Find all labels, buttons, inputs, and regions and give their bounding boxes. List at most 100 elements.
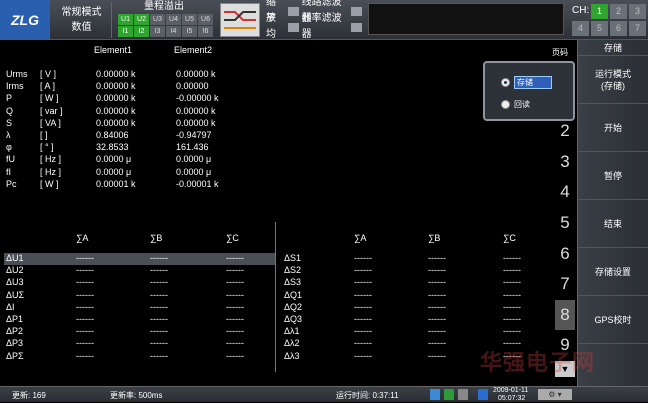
delta-value: ------ [503, 289, 521, 300]
element1-value: 0.00000 k [96, 105, 136, 116]
delta-right-header-b: ∑B [428, 233, 441, 243]
delta-left-row[interactable]: ΔP1 ------ ------ ------ [4, 314, 275, 326]
delta-value: ------ [150, 265, 168, 276]
delta-value: ------ [428, 326, 446, 337]
delta-value: ------ [226, 350, 244, 361]
delta-value: ------ [226, 265, 244, 276]
element-unit: [ W ] [40, 93, 59, 104]
ch-button-4[interactable]: 4 [572, 21, 589, 36]
element-row: S [ VA ] 0.00000 k 0.00000 k [4, 117, 544, 129]
delta-value: ------ [226, 253, 244, 263]
element-unit: [ VA ] [40, 117, 61, 128]
settings-gear-icon[interactable]: ⚙ ▾ [538, 389, 572, 400]
delta-right-row[interactable]: ΔS1 ------ ------ ------ [282, 253, 553, 265]
delta-left-row[interactable]: ΔPΣ ------ ------ ------ [4, 351, 275, 363]
delta-name: ΔU3 [6, 277, 24, 288]
range-chip-i1: I1 [118, 26, 133, 37]
delta-name: ΔS2 [284, 265, 302, 276]
delta-name: ΔQ1 [284, 289, 303, 300]
ch-button-2[interactable]: 2 [610, 4, 627, 19]
pause-button[interactable]: 暂停 [578, 152, 648, 200]
page-8[interactable]: 8 [555, 299, 575, 331]
page-3[interactable]: 3 [555, 147, 575, 178]
delta-right-row[interactable]: ΔQ3 ------ ------ ------ [282, 314, 553, 326]
gps-sync-button[interactable]: GPS校时 [578, 296, 648, 344]
delta-name: ΔP2 [6, 326, 24, 337]
run-mode-button[interactable]: 运行模式 (存储) [578, 56, 648, 104]
delta-value: ------ [150, 326, 168, 337]
popup-option-readback[interactable]: 回读 [501, 97, 530, 111]
start-button[interactable]: 开始 [578, 104, 648, 152]
delta-name: ΔPΣ [6, 350, 24, 361]
update-rate: 更新率: 500ms [110, 391, 163, 400]
ch-label: CH: [572, 5, 590, 16]
delta-right-header-a: ∑A [354, 233, 367, 243]
delta-right-row[interactable]: ΔQ1 ------ ------ ------ [282, 290, 553, 302]
element-name: Irms [6, 81, 24, 92]
ch-button-6[interactable]: 6 [610, 21, 627, 36]
delta-right-row[interactable]: ΔS2 ------ ------ ------ [282, 265, 553, 277]
delta-value: ------ [503, 301, 521, 312]
range-chip-i5: I5 [182, 26, 197, 37]
delta-value: ------ [428, 277, 446, 288]
ch-button-1[interactable]: 1 [591, 4, 608, 19]
delta-value: ------ [428, 350, 446, 361]
page-6[interactable]: 6 [555, 238, 575, 269]
delta-value: ------ [226, 277, 244, 288]
delta-left-row[interactable]: ΔI ------ ------ ------ [4, 302, 275, 314]
avg-indicator [287, 22, 299, 32]
ch-button-3[interactable]: 3 [629, 4, 646, 19]
range-chip-i4: I4 [166, 26, 181, 37]
channel-selector: CH: 1 2 3 4 5 6 7 [570, 2, 648, 38]
watermark: 华强电子网 [480, 350, 596, 375]
end-button[interactable]: 结束 [578, 200, 648, 248]
range-chip-i2: I2 [134, 26, 149, 37]
mode-indicator[interactable]: 常规模式 数值 [52, 2, 112, 38]
radio-icon [501, 99, 510, 109]
network-icon [478, 389, 488, 400]
delta-right-row[interactable]: ΔQ2 ------ ------ ------ [282, 302, 553, 314]
page-5[interactable]: 5 [555, 208, 575, 239]
page-4[interactable]: 4 [555, 177, 575, 208]
delta-left-row[interactable]: ΔU3 ------ ------ ------ [4, 277, 275, 289]
delta-left-row[interactable]: ΔU1 ------ ------ ------ [4, 253, 275, 265]
element2-value: 0.00000 k [176, 105, 216, 116]
delta-value: ------ [503, 253, 521, 263]
element-unit: [ Hz ] [40, 166, 62, 177]
delta-value: ------ [76, 301, 94, 312]
element-unit: [ ° ] [40, 142, 54, 153]
delta-left-row[interactable]: ΔU2 ------ ------ ------ [4, 265, 275, 277]
delta-left-header-b: ∑B [150, 233, 163, 243]
mode-line1: 常规模式 [61, 7, 102, 18]
softkey-title: 存储 [578, 40, 648, 56]
delta-value: ------ [150, 350, 168, 361]
wiring-icon[interactable] [220, 3, 260, 37]
element1-value: 0.00000 k [96, 69, 136, 79]
ch-button-5[interactable]: 5 [591, 21, 608, 36]
delta-name: Δλ3 [284, 350, 300, 361]
avg-label: 平均 [266, 13, 276, 40]
element-name: fI [6, 166, 12, 177]
range-chip-i3: I3 [150, 26, 165, 37]
delta-value: ------ [503, 265, 521, 276]
ch-button-7[interactable]: 7 [629, 21, 646, 36]
element-row: fU [ Hz ] 0.0000 μ 0.0000 μ [4, 153, 544, 165]
delta-left-row[interactable]: ΔP3 ------ ------ ------ [4, 338, 275, 350]
element-unit: [ V ] [40, 69, 57, 79]
delta-value: ------ [354, 253, 372, 263]
update-count: 更新: 169 [12, 391, 46, 400]
range-chip-u5: U5 [182, 14, 197, 25]
delta-left-row[interactable]: ΔUΣ ------ ------ ------ [4, 290, 275, 302]
delta-left-row[interactable]: ΔP2 ------ ------ ------ [4, 326, 275, 338]
page-7[interactable]: 7 [555, 269, 575, 300]
element2-value: -0.00000 k [176, 93, 219, 104]
storage-mode-popup: 存储 回读 [483, 61, 575, 121]
delta-name: ΔQ3 [284, 314, 303, 324]
delta-right-row[interactable]: ΔS3 ------ ------ ------ [282, 277, 553, 289]
delta-value: ------ [428, 338, 446, 349]
storage-settings-button[interactable]: 存储设置 [578, 248, 648, 296]
popup-option-store[interactable]: 存储 [501, 75, 552, 89]
element1-value: 32.8533 [96, 142, 129, 153]
delta-right-header-c: ∑C [503, 233, 516, 243]
delta-right-row[interactable]: Δλ1 ------ ------ ------ [282, 326, 553, 338]
